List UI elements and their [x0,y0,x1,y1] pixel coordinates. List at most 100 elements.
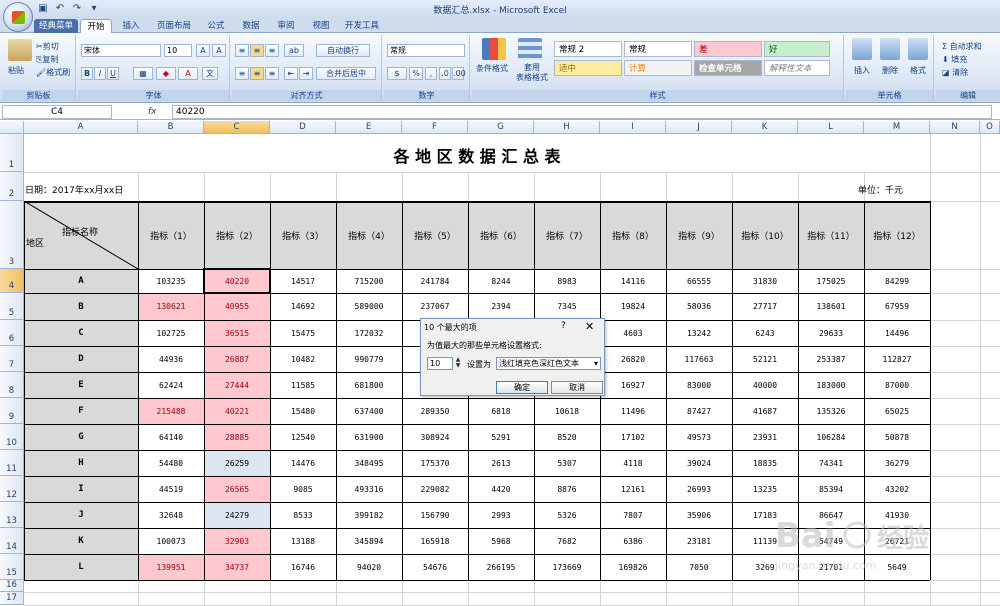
region-name[interactable]: G [24,424,138,450]
data-cell[interactable]: 36279 [864,450,930,476]
region-name[interactable]: C [24,320,138,346]
delete-button[interactable]: 删除 [882,65,898,76]
shrink-font-button[interactable]: A [212,44,226,57]
name-box[interactable]: C4 [2,105,112,119]
data-cell[interactable]: 32903 [204,528,270,554]
conditional-format-icon[interactable] [482,38,506,60]
data-cell[interactable]: 4603 [600,320,666,346]
data-cell[interactable]: 14692 [270,293,336,320]
data-cell[interactable]: 8244 [468,269,534,293]
data-cell[interactable]: 681800 [336,372,402,398]
column-header[interactable]: O [980,121,1000,134]
data-cell[interactable]: 13235 [732,476,798,502]
data-cell[interactable]: 345894 [336,528,402,554]
align-top-icon[interactable]: ≡ [235,44,249,57]
data-cell[interactable]: 29633 [798,320,864,346]
font-color-button[interactable]: A [178,67,198,80]
column-header[interactable]: C [204,121,270,134]
data-cell[interactable]: 27444 [204,372,270,398]
fill-button[interactable]: ⬇ 填充 [942,54,967,65]
data-cell[interactable]: 12161 [600,476,666,502]
insert-cells-icon[interactable] [852,38,872,60]
data-cell[interactable]: 36515 [204,320,270,346]
format-painter-button[interactable]: 🖌格式刷 [36,67,70,78]
data-cell[interactable]: 13242 [666,320,732,346]
select-all-corner[interactable] [0,121,24,134]
formula-input[interactable]: 40220 [172,105,992,119]
row-header[interactable]: 16 [0,580,24,592]
row-header[interactable]: 15 [0,554,24,580]
data-cell[interactable]: 62424 [138,372,204,398]
data-cell[interactable]: 2613 [468,450,534,476]
style-good[interactable]: 好 [764,41,830,57]
conditional-format-button[interactable]: 条件格式 [476,63,508,74]
orientation-icon[interactable]: ab [284,44,304,57]
copy-button[interactable]: ⎘复制 [36,54,58,65]
insert-button[interactable]: 插入 [854,65,870,76]
data-cell[interactable]: 5291 [468,424,534,450]
row-header[interactable]: 3 [0,201,24,269]
data-cell[interactable]: 8520 [534,424,600,450]
data-cell[interactable]: 241784 [402,269,468,293]
column-header[interactable]: A [24,121,138,134]
data-cell[interactable]: 7050 [666,554,732,580]
data-cell[interactable]: 215488 [138,398,204,424]
data-cell[interactable]: 32648 [138,502,204,528]
data-cell[interactable]: 66555 [666,269,732,293]
data-cell[interactable]: 40220 [204,269,270,293]
data-cell[interactable]: 52121 [732,346,798,372]
format-cells-icon[interactable] [908,38,928,60]
data-cell[interactable]: 26721 [864,528,930,554]
format-button[interactable]: 格式 [910,65,926,76]
row-header[interactable]: 1 [0,134,24,172]
region-name[interactable]: K [24,528,138,554]
data-cell[interactable]: 229082 [402,476,468,502]
tab-page-layout[interactable]: 页面布局 [152,19,196,33]
style-normal-2[interactable]: 常规 2 [554,41,622,57]
office-button[interactable] [3,2,33,32]
delete-cells-icon[interactable] [880,38,900,60]
data-cell[interactable]: 237067 [402,293,468,320]
data-cell[interactable]: 87427 [666,398,732,424]
data-cell[interactable]: 16927 [600,372,666,398]
data-cell[interactable]: 399182 [336,502,402,528]
data-cell[interactable]: 7345 [534,293,600,320]
data-cell[interactable]: 17183 [732,502,798,528]
format-as-table-icon[interactable] [518,38,542,60]
row-header[interactable]: 13 [0,502,24,528]
data-cell[interactable]: 26565 [204,476,270,502]
data-cell[interactable]: 10618 [534,398,600,424]
tab-review[interactable]: 审阅 [270,19,302,33]
phonetic-button[interactable]: 文 [202,67,218,80]
data-cell[interactable]: 18835 [732,450,798,476]
paste-icon[interactable] [8,39,32,61]
data-cell[interactable]: 8876 [534,476,600,502]
spinner-icon[interactable]: ▲ ▼ [454,357,462,370]
data-cell[interactable]: 289350 [402,398,468,424]
data-cell[interactable]: 637400 [336,398,402,424]
data-cell[interactable]: 50878 [864,424,930,450]
data-cell[interactable]: 14496 [864,320,930,346]
data-cell[interactable]: 715200 [336,269,402,293]
column-header[interactable]: M [864,121,930,134]
data-cell[interactable]: 5326 [534,502,600,528]
style-normal[interactable]: 常规 [624,41,692,57]
data-cell[interactable]: 83000 [666,372,732,398]
increase-decimal-icon[interactable]: .0 [439,67,451,80]
data-cell[interactable]: 5649 [864,554,930,580]
data-cell[interactable]: 26820 [600,346,666,372]
border-button[interactable]: ▦ [133,67,153,80]
data-cell[interactable]: 165918 [402,528,468,554]
underline-button[interactable]: U [107,67,119,80]
data-cell[interactable]: 27717 [732,293,798,320]
data-cell[interactable]: 41930 [864,502,930,528]
style-bad[interactable]: 差 [694,41,762,57]
data-cell[interactable]: 26259 [204,450,270,476]
column-header[interactable]: D [270,121,336,134]
data-cell[interactable]: 493316 [336,476,402,502]
data-cell[interactable]: 5968 [468,528,534,554]
data-cell[interactable]: 8533 [270,502,336,528]
data-cell[interactable]: 28885 [204,424,270,450]
cancel-button[interactable]: 取消 [551,381,603,394]
data-cell[interactable]: 631900 [336,424,402,450]
